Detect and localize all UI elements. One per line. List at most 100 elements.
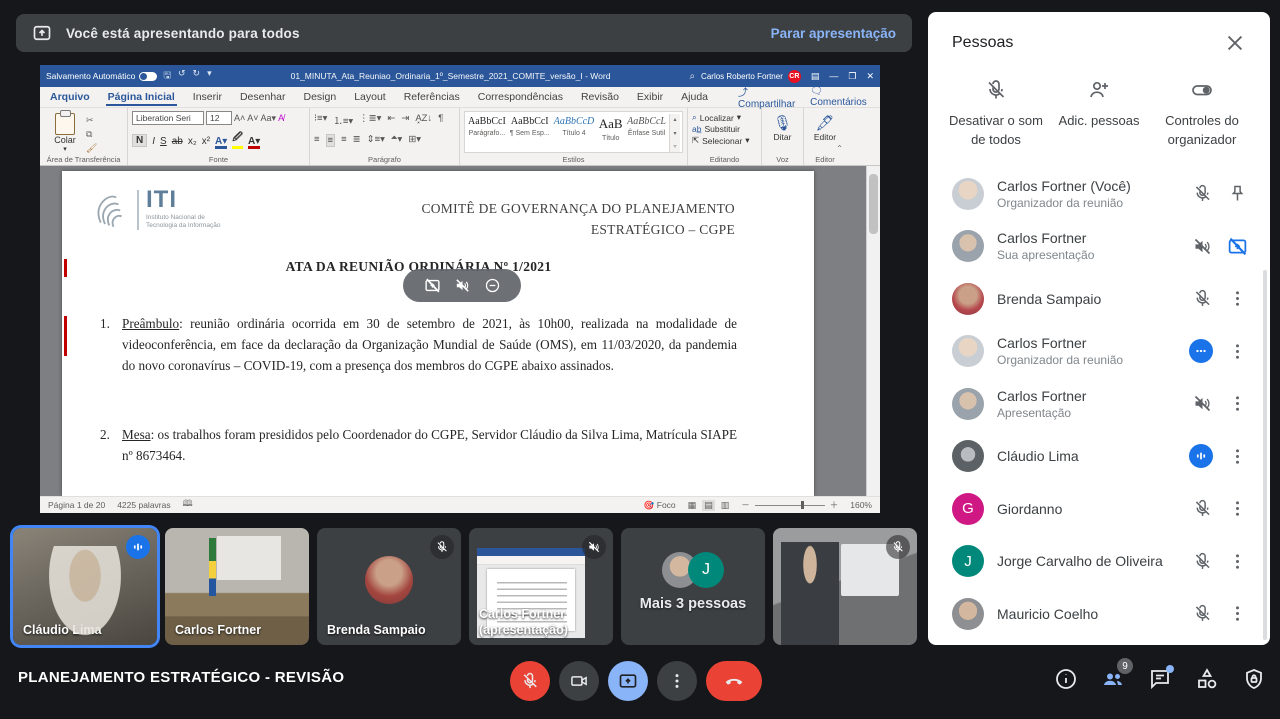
- page-indicator[interactable]: Página 1 de 20: [48, 500, 105, 510]
- close-panel-icon[interactable]: [1224, 32, 1246, 54]
- chat-icon[interactable]: [1148, 667, 1172, 691]
- account-user[interactable]: Carlos Roberto Fortner CR: [701, 70, 801, 83]
- participant-row[interactable]: J Jorge Carvalho de Oliveira: [928, 535, 1270, 588]
- pin-icon[interactable]: [1227, 183, 1248, 204]
- style-enfase-sutil[interactable]: AaBbCcL Ênfase Sutil: [626, 114, 667, 152]
- tab-ajuda[interactable]: Ajuda: [679, 89, 710, 106]
- participant-row[interactable]: Mauricio Coelho: [928, 588, 1270, 641]
- qat-caret-icon[interactable]: ▾: [207, 68, 212, 84]
- strikethrough-button[interactable]: ab: [172, 136, 183, 147]
- multilevel-icon[interactable]: ⋮≣▾: [359, 113, 381, 127]
- undo-icon[interactable]: ↺: [178, 68, 186, 84]
- more-options-icon[interactable]: [1227, 551, 1248, 572]
- pilcrow-icon[interactable]: ¶: [438, 113, 443, 127]
- share-button[interactable]: ⤴ Compartilhar: [738, 84, 798, 110]
- style-sem-espaco[interactable]: AaBbCcI ¶ Sem Esp...: [509, 114, 551, 152]
- text-effects-button[interactable]: A▾: [215, 136, 227, 147]
- video-tile-claudio[interactable]: Cláudio Lima: [13, 528, 157, 645]
- underline-button[interactable]: S: [160, 136, 167, 147]
- select-button[interactable]: ⇱Selecionar ▾: [692, 135, 757, 146]
- indent-dec-icon[interactable]: ⇤: [387, 113, 395, 127]
- zoom-out-icon[interactable]: －: [741, 499, 750, 511]
- italic-button[interactable]: I: [152, 136, 155, 147]
- host-controls-icon[interactable]: [1242, 667, 1266, 691]
- document-canvas[interactable]: ITI Instituto Nacional de Tecnologia da …: [40, 166, 880, 496]
- font-size-select[interactable]: 12: [206, 111, 232, 125]
- tab-layout[interactable]: Layout: [352, 89, 388, 106]
- autosave-toggle[interactable]: Salvamento Automático: [46, 71, 157, 81]
- justify-icon[interactable]: ≣: [353, 134, 361, 147]
- participant-row[interactable]: Brenda Sampaio: [928, 273, 1270, 326]
- more-options-icon[interactable]: [1227, 498, 1248, 519]
- proofing-icon[interactable]: 🕮: [183, 498, 193, 512]
- document-scrollbar[interactable]: [866, 166, 880, 496]
- style-titulo[interactable]: AaB Título: [597, 114, 624, 152]
- present-off-icon[interactable]: [424, 277, 441, 294]
- replace-button[interactable]: ab̲Substituir: [692, 124, 757, 134]
- superscript-button[interactable]: x²: [202, 136, 210, 147]
- camera-toggle-button[interactable]: [559, 661, 599, 701]
- paste-button[interactable]: Colar ▾: [44, 111, 86, 153]
- save-icon[interactable]: 🖫: [163, 68, 171, 84]
- change-case-icon[interactable]: Aa▾: [261, 113, 277, 124]
- tab-arquivo[interactable]: Arquivo: [48, 89, 92, 106]
- font-name-select[interactable]: Liberation Seri: [132, 111, 204, 125]
- minimize-overlay-icon[interactable]: [484, 277, 501, 294]
- tab-referencias[interactable]: Referências: [402, 89, 462, 106]
- borders-icon[interactable]: ⊞▾: [408, 134, 421, 147]
- video-tile-presentation[interactable]: Carlos Fortner (apresentação): [469, 528, 613, 645]
- bold-button[interactable]: N: [132, 134, 147, 147]
- info-icon[interactable]: [1054, 667, 1078, 691]
- participant-row[interactable]: Cláudio Lima: [928, 430, 1270, 483]
- more-options-button[interactable]: [657, 661, 697, 701]
- tab-correspondencias[interactable]: Correspondências: [476, 89, 565, 106]
- copy-icon[interactable]: ⧉: [86, 129, 97, 140]
- zoom-level[interactable]: 160%: [850, 500, 872, 510]
- tab-revisao[interactable]: Revisão: [579, 89, 621, 106]
- close-button[interactable]: ✕: [866, 71, 874, 82]
- video-tile-overflow[interactable]: J Mais 3 pessoas: [621, 528, 765, 645]
- participant-row[interactable]: Carlos Fortner Apresentação: [928, 378, 1270, 431]
- line-spacing-icon[interactable]: ⇕≡▾: [367, 134, 385, 147]
- people-icon[interactable]: 9: [1101, 667, 1125, 691]
- more-options-icon[interactable]: [1227, 341, 1248, 362]
- video-tile-carlos[interactable]: Carlos Fortner: [165, 528, 309, 645]
- more-options-icon[interactable]: [1227, 446, 1248, 467]
- stop-presentation-icon[interactable]: [1227, 236, 1248, 257]
- find-button[interactable]: ⌕Localizar ▾: [692, 112, 757, 123]
- more-options-icon[interactable]: [1227, 288, 1248, 309]
- styles-gallery-scroll[interactable]: ▴▾▿: [669, 114, 680, 152]
- style-titulo4[interactable]: AaBbCcD Título 4: [553, 114, 596, 152]
- present-button-active[interactable]: [608, 661, 648, 701]
- participant-row[interactable]: Carlos Fortner (Você) Organizador da reu…: [928, 168, 1270, 221]
- participant-row[interactable]: G Giordanno: [928, 483, 1270, 536]
- indent-inc-icon[interactable]: ⇥: [401, 113, 409, 127]
- read-mode-icon[interactable]: ▦: [688, 500, 697, 511]
- editor-icon[interactable]: 🖋: [815, 114, 834, 132]
- tab-design[interactable]: Design: [302, 89, 339, 106]
- mute-all-button[interactable]: Desativar o som de todos: [946, 78, 1046, 150]
- video-tile-you[interactable]: Você: [773, 528, 917, 645]
- minimize-button[interactable]: —: [829, 71, 838, 82]
- document-page[interactable]: ITI Instituto Nacional de Tecnologia da …: [62, 171, 814, 496]
- dictate-icon[interactable]: 🎙: [773, 114, 792, 132]
- stop-presenting-button[interactable]: Parar apresentação: [771, 26, 896, 41]
- ribbon-options-icon[interactable]: ▤: [811, 71, 820, 82]
- mic-toggle-button[interactable]: [510, 661, 550, 701]
- zoom-in-icon[interactable]: ＋: [830, 499, 839, 511]
- cut-icon[interactable]: ✂: [86, 115, 97, 126]
- word-count[interactable]: 4225 palavras: [117, 500, 170, 510]
- align-center-icon[interactable]: ≡: [326, 134, 336, 147]
- sort-icon[interactable]: A͓Z↓: [415, 113, 432, 127]
- end-call-button[interactable]: [706, 661, 762, 701]
- font-color-button[interactable]: A▾: [248, 136, 260, 147]
- subscript-button[interactable]: x₂: [188, 136, 197, 147]
- restore-button[interactable]: ❐: [848, 71, 856, 82]
- align-left-icon[interactable]: ≡: [314, 134, 320, 147]
- shrink-font-icon[interactable]: A˅: [247, 113, 258, 123]
- print-layout-icon[interactable]: ▤: [702, 500, 715, 511]
- activities-icon[interactable]: [1195, 667, 1219, 691]
- add-people-button[interactable]: Adic. pessoas: [1049, 78, 1149, 150]
- more-options-icon[interactable]: [1227, 393, 1248, 414]
- bullets-icon[interactable]: ⁝≡▾: [314, 113, 327, 127]
